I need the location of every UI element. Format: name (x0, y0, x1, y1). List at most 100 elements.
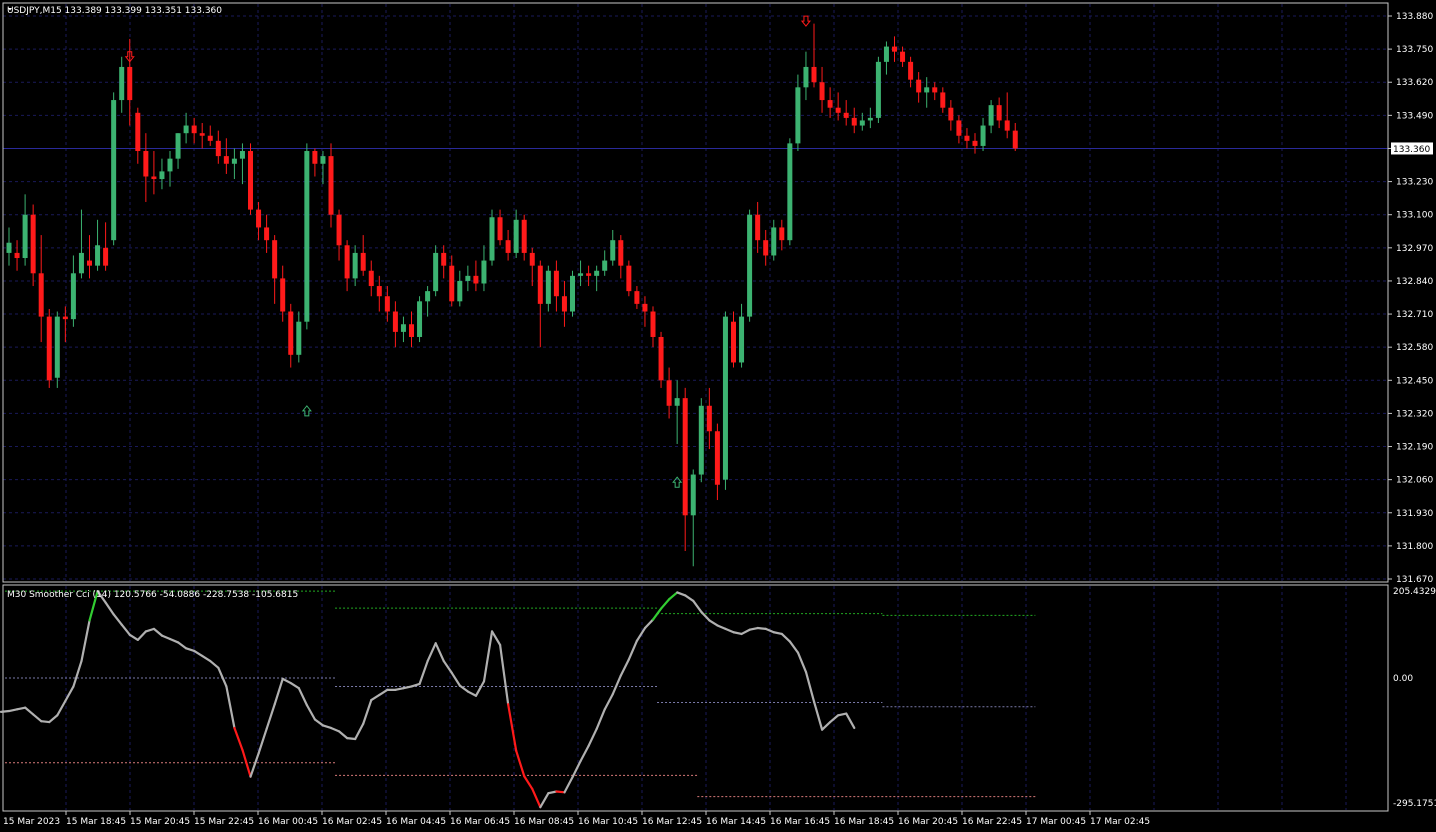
candle-body (940, 92, 946, 108)
cci-segment (724, 627, 735, 634)
candle-body (119, 66, 125, 101)
candle-body (996, 105, 1002, 121)
candle-body (803, 66, 809, 88)
price-tick-label: 132.060 (1396, 476, 1433, 486)
candle-body (875, 61, 881, 118)
candle-body (916, 79, 922, 93)
candle-body (312, 151, 318, 164)
candle-body (304, 151, 310, 322)
time-tick-label: 16 Mar 10:45 (578, 817, 638, 827)
cci-segment (354, 722, 365, 741)
cci-segment (394, 687, 405, 691)
cci-segment (692, 599, 703, 614)
cci-segment (168, 637, 180, 644)
indicator-tick-label: 205.4329 (1393, 587, 1436, 597)
cci-segment (201, 654, 212, 663)
indicator-axis[interactable]: 205.4329 0.00 -295.1751 (1393, 587, 1436, 809)
cci-segment (56, 699, 67, 717)
price-tick-label: 133.230 (1396, 178, 1433, 188)
cci-segment (136, 630, 147, 641)
cci-segment (482, 630, 494, 683)
candle-body (545, 270, 551, 304)
candle-body (787, 143, 793, 241)
candle-body (553, 270, 559, 297)
cci-segment (684, 594, 695, 603)
cci-segment (764, 627, 775, 634)
cci-segment (466, 690, 478, 697)
candle-body (505, 240, 511, 253)
candle-body (336, 214, 342, 246)
cci-segment (490, 630, 502, 647)
price-axis[interactable]: 133.880 133.750 133.620 133.490 133.360 133.2… (1388, 12, 1433, 585)
candle-body (489, 217, 495, 261)
cci-segment (740, 628, 751, 636)
cci-line (0, 590, 856, 809)
price-tick-label: 133.880 (1396, 12, 1433, 22)
cci-segment (788, 640, 800, 654)
candle-body (256, 209, 262, 228)
candle-body (409, 324, 414, 337)
time-tick-label: 16 Mar 06:45 (450, 817, 510, 827)
price-tick-label: 132.320 (1396, 409, 1433, 419)
candle-body (46, 316, 52, 381)
cci-segment (7, 708, 19, 713)
candle-body (835, 107, 841, 113)
cci-segment (708, 619, 719, 627)
cci-segment (32, 713, 43, 723)
price-tick-label: 132.450 (1396, 376, 1433, 386)
candle-body (368, 270, 374, 287)
candle-body (151, 176, 157, 180)
candle-body (674, 398, 680, 406)
candle-body (594, 270, 600, 276)
candle-body (706, 405, 712, 432)
cci-segment (0, 709, 11, 713)
time-tick-label: 16 Mar 02:45 (322, 817, 382, 827)
candle-body (207, 135, 213, 141)
candle-body (755, 214, 761, 241)
cci-segment (225, 685, 236, 730)
price-tick-label: 133.750 (1396, 45, 1433, 55)
grid-lines (3, 4, 1388, 810)
cci-segment (531, 787, 542, 809)
time-tick-label: 17 Mar 00:45 (1026, 817, 1086, 827)
candle-body (231, 158, 237, 164)
time-tick-label: 16 Mar 20:45 (898, 817, 958, 827)
cci-segment (177, 641, 188, 650)
candle-body (127, 66, 133, 101)
candle-body (87, 260, 92, 266)
candle-body (22, 214, 28, 259)
candle-body (384, 296, 390, 312)
cci-segment (772, 631, 783, 636)
candle-body (248, 151, 253, 210)
candle-body (417, 301, 423, 337)
candle-body (328, 156, 334, 215)
time-tick-label: 15 Mar 22:45 (194, 817, 254, 827)
candle-body (908, 61, 914, 80)
cci-segment (676, 591, 687, 597)
time-axis[interactable]: 15 Mar 2023 15 Mar 18:45 15 Mar 20:45 15 Ma… (3, 811, 1150, 827)
candle-body (682, 398, 688, 516)
cci-segment (474, 680, 486, 697)
cci-segment (233, 726, 244, 752)
candle-body (95, 245, 101, 266)
candle-body (714, 431, 720, 485)
candle-body (964, 135, 970, 141)
candle-body (215, 140, 221, 157)
candle-body (529, 252, 535, 266)
candle-body (497, 217, 503, 241)
current-price-label: 133.360 (1391, 142, 1433, 155)
chart-canvas[interactable]: 133.880 133.750 133.620 133.490 133.360 133.2… (0, 0, 1436, 832)
time-tick-label: 15 Mar 18:45 (66, 817, 126, 827)
candle-body (199, 133, 205, 136)
candle-body (1012, 130, 1018, 149)
cci-segment (651, 607, 663, 621)
chart-frames (2, 2, 1389, 812)
time-tick-label: 16 Mar 18:45 (834, 817, 894, 827)
time-tick-label: 16 Mar 22:45 (962, 817, 1022, 827)
cci-segment (362, 698, 373, 725)
price-tick-label: 133.100 (1396, 211, 1433, 221)
cci-segment (16, 706, 27, 711)
candle-body (570, 275, 575, 312)
candle-body (658, 336, 664, 381)
sell-arrow-icon (800, 15, 811, 27)
